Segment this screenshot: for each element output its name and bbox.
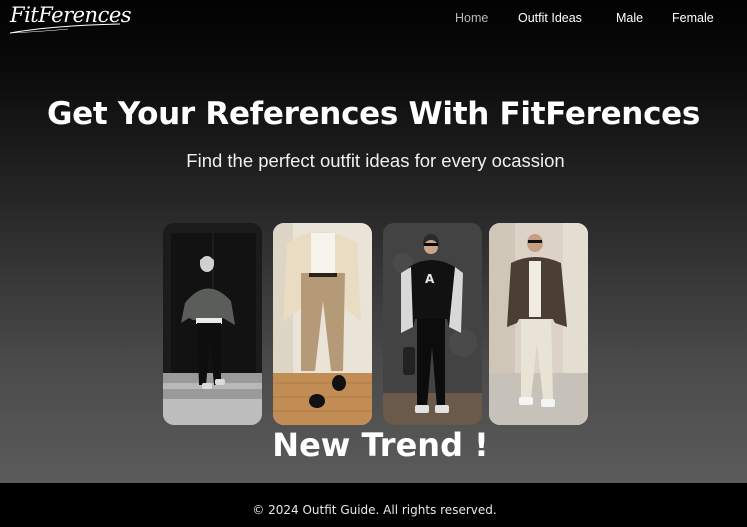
logo-swash-icon xyxy=(9,23,121,34)
top-navigation: FitFerences Home Outfit Ideas Male Femal… xyxy=(0,0,747,38)
outfit-photo-grey-sweater xyxy=(163,223,262,425)
nav-link-female[interactable]: Female xyxy=(672,11,714,25)
hero-subtitle: Find the perfect outfit ideas for every … xyxy=(186,150,565,171)
hero-title: Get Your References With FitFerences xyxy=(46,96,701,132)
svg-text:A: A xyxy=(425,272,435,286)
nav-link-outfit-ideas[interactable]: Outfit Ideas xyxy=(518,11,582,25)
new-trend-caption: New Trend ! xyxy=(272,426,489,464)
page-footer: © 2024 Outfit Guide. All rights reserved… xyxy=(0,483,747,527)
nav-link-male[interactable]: Male xyxy=(616,11,643,25)
outfit-card-brown-jacket[interactable] xyxy=(489,223,588,425)
outfit-photo-brown-jacket xyxy=(489,223,588,425)
outfit-photo-varsity-jacket: A xyxy=(383,223,482,425)
footer-copyright: © 2024 Outfit Guide. All rights reserved… xyxy=(252,503,497,517)
outfit-photo-beige-suit xyxy=(273,223,372,425)
nav-link-home[interactable]: Home xyxy=(455,11,488,25)
page-background: FitFerences Home Outfit Ideas Male Femal… xyxy=(0,0,747,483)
outfit-card-beige-suit[interactable] xyxy=(273,223,372,425)
outfit-card-grey-sweater[interactable] xyxy=(163,223,262,425)
outfit-card-varsity-jacket[interactable]: A xyxy=(383,223,482,425)
